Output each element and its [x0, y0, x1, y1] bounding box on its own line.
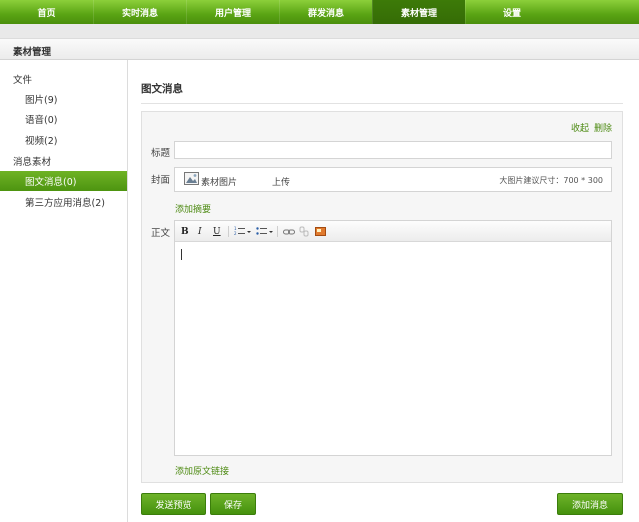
link-icon[interactable] — [283, 225, 295, 238]
toolbar-separator — [228, 226, 229, 237]
tab-home[interactable]: 首页 — [0, 0, 93, 24]
add-message-button[interactable]: 添加消息 — [557, 493, 623, 515]
bold-button[interactable]: B — [181, 225, 189, 238]
image-icon[interactable] — [315, 225, 326, 238]
cover-size-hint: 大图片建议尺寸：700 * 300 — [499, 176, 603, 185]
text-cursor — [181, 249, 182, 260]
tab-material-management[interactable]: 素材管理 — [372, 0, 465, 24]
section-title: 素材管理 — [13, 47, 52, 58]
cover-material-button[interactable]: 素材图片 — [201, 175, 237, 188]
tab-mass-messages[interactable]: 群发消息 — [279, 0, 372, 24]
underline-button[interactable]: U — [213, 225, 221, 238]
top-nav: 首页 实时消息 用户管理 群发消息 素材管理 设置 — [0, 0, 639, 24]
save-button[interactable]: 保存 — [210, 493, 256, 515]
sidebar-item-thirdparty[interactable]: 第三方应用消息(2) — [0, 192, 127, 212]
cover-label: 封面 — [151, 175, 171, 186]
send-preview-button[interactable]: 发送预览 — [141, 493, 206, 515]
sidebar: 文件 图片(9) 语音(0) 视频(2) 消息素材 图文消息(0) 第三方应用消… — [0, 60, 128, 522]
sidebar-item-images[interactable]: 图片(9) — [0, 89, 127, 109]
sidebar-item-video[interactable]: 视频(2) — [0, 130, 127, 150]
sidebar-item-voice[interactable]: 语音(0) — [0, 109, 127, 129]
title-input[interactable] — [174, 141, 612, 159]
add-summary-link[interactable]: 添加摘要 — [175, 202, 211, 215]
unlink-icon[interactable] — [299, 225, 309, 238]
delete-link[interactable]: 删除 — [594, 121, 612, 134]
image-icon — [184, 172, 199, 185]
tab-user-management[interactable]: 用户管理 — [186, 0, 279, 24]
ordered-list-icon[interactable]: 1 2 — [234, 225, 252, 238]
tab-realtime-messages[interactable]: 实时消息 — [93, 0, 186, 24]
svg-text:2: 2 — [234, 231, 237, 236]
italic-button[interactable]: I — [198, 225, 202, 238]
unordered-list-icon[interactable] — [256, 225, 274, 238]
editor-toolbar: B I U 1 2 — [175, 221, 611, 242]
collapse-link[interactable]: 收起 — [571, 121, 589, 134]
title-label: 标题 — [151, 148, 171, 159]
body-label: 正文 — [151, 228, 171, 239]
tab-settings[interactable]: 设置 — [465, 0, 558, 24]
sidebar-group-files: 文件 — [13, 75, 33, 86]
sidebar-group-messages: 消息素材 — [13, 157, 52, 168]
rich-text-editor[interactable]: B I U 1 2 — [174, 220, 612, 456]
add-source-link[interactable]: 添加原文链接 — [175, 464, 229, 477]
section-header: 素材管理 — [0, 38, 639, 60]
page-title: 图文消息 — [141, 83, 183, 95]
nav-spacer — [0, 24, 639, 38]
cover-upload-button[interactable]: 上传 — [272, 175, 290, 188]
title-divider — [141, 103, 623, 104]
toolbar-separator — [277, 226, 278, 237]
sidebar-item-news[interactable]: 图文消息(0) — [0, 171, 127, 191]
